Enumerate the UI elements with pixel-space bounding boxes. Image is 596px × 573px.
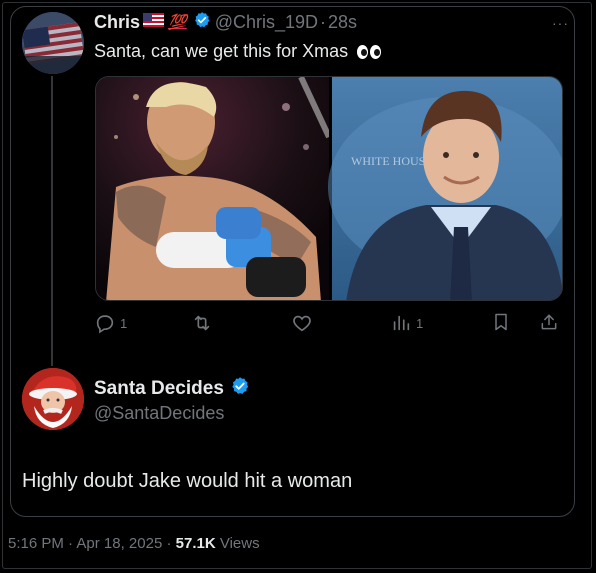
tweet-media[interactable]: WHITE HOUSE (95, 76, 563, 301)
separator-dot: · (166, 535, 172, 552)
more-options-button[interactable]: ··· (552, 15, 569, 31)
separator-dot: · (320, 11, 327, 32)
reply-header: Santa Decides (94, 376, 254, 402)
tweet-header: Chris 💯 @Chris_19D · 28s (94, 11, 357, 33)
reply-author-handle[interactable]: @SantaDecides (94, 403, 224, 424)
views-label: Views (219, 535, 260, 552)
eyes-icon (357, 45, 382, 60)
post-date[interactable]: Apr 18, 2025 (76, 535, 162, 552)
retweet-icon (191, 312, 213, 334)
share-icon (539, 312, 559, 332)
tweet-text-content: Santa, can we get this for Xmas (94, 41, 349, 61)
tweet-text: Santa, can we get this for Xmas (94, 41, 382, 62)
santa-avatar[interactable] (22, 368, 84, 430)
views-button[interactable]: 1 (390, 312, 423, 334)
svg-text:WHITE HOUSE: WHITE HOUSE (351, 154, 433, 168)
tweet-footer: 5:16 PM · Apr 18, 2025 · 57.1K Views (8, 535, 260, 552)
views-count: 1 (416, 315, 424, 331)
hundred-points-icon: 💯 (168, 14, 187, 31)
reply-button[interactable]: 1 (94, 312, 127, 334)
press-briefing-photo: WHITE HOUSE (328, 77, 562, 300)
media-image-grid: WHITE HOUSE (96, 77, 562, 300)
chris-avatar[interactable] (22, 12, 84, 74)
american-flag-icon (143, 12, 165, 32)
reply-text: Highly doubt Jake would hit a woman (22, 470, 353, 492)
retweet-button[interactable] (191, 312, 213, 334)
views-total-count: 57.1K (175, 535, 216, 552)
tweet-timestamp[interactable]: 28s (328, 12, 357, 33)
reply-count: 1 (120, 315, 128, 331)
like-icon (291, 312, 313, 334)
verified-badge-icon (230, 376, 250, 402)
views-icon (390, 312, 412, 334)
separator-dot: · (68, 535, 74, 552)
boxer-photo (96, 77, 332, 300)
like-button[interactable] (291, 312, 313, 334)
american-flag-avatar-image (22, 12, 84, 74)
author-name[interactable]: Chris (94, 12, 140, 33)
tweet-action-bar: 1 1 (94, 312, 564, 336)
share-button[interactable] (539, 312, 559, 332)
reply-author-name[interactable]: Santa Decides (94, 378, 224, 400)
author-handle[interactable]: @Chris_19D (215, 12, 318, 33)
bookmark-button[interactable] (491, 312, 511, 332)
bookmark-icon (491, 312, 511, 332)
reply-icon (94, 312, 116, 334)
post-time[interactable]: 5:16 PM (8, 535, 64, 552)
thread-connector-line (51, 76, 53, 366)
verified-badge-icon (193, 11, 211, 34)
santa-avatar-image (22, 368, 84, 430)
